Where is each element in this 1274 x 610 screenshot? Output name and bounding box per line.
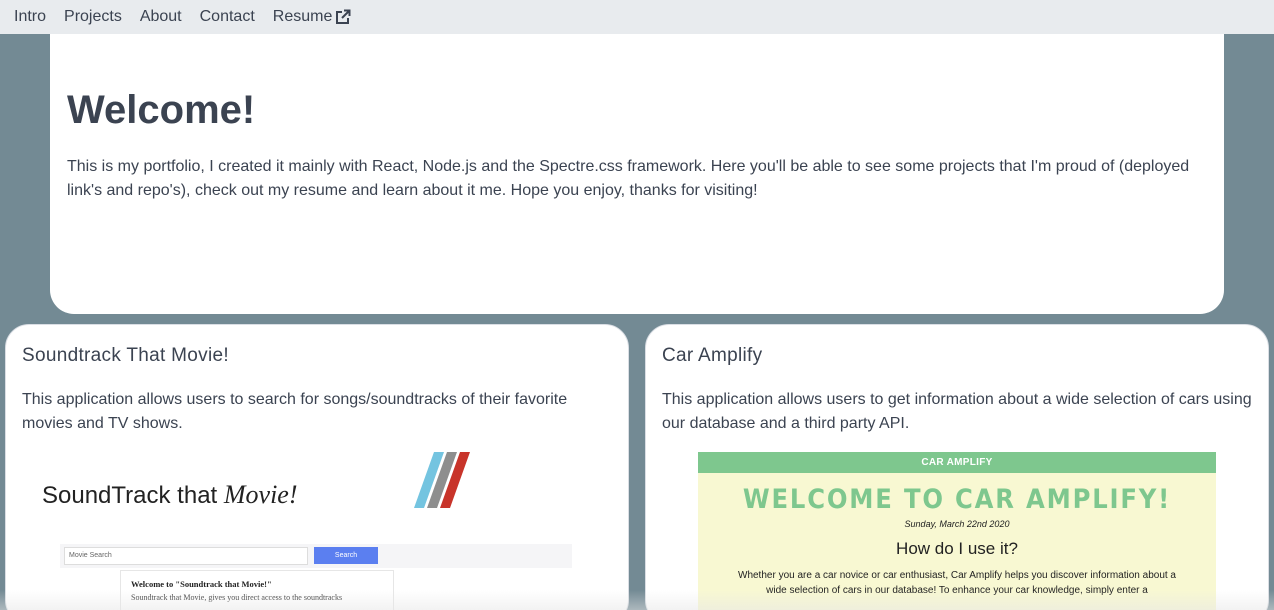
nav-contact-link[interactable]: Contact	[200, 8, 255, 26]
nav-resume-label: Resume	[272, 8, 333, 25]
project-title: Car Amplify	[662, 345, 763, 366]
preview-welcome-title: Welcome to "Soundtrack that Movie!"	[131, 579, 272, 589]
project-description: This application allows users to search …	[22, 391, 568, 432]
project-screenshot[interactable]: SoundTrack that Movie! Movie Search Sear…	[22, 452, 612, 610]
preview-welcome-text: Soundtrack that Movie, gives you direct …	[131, 593, 343, 602]
project-card-car-amplify[interactable]: Car Amplify This application allows user…	[645, 324, 1269, 610]
intro-hero: Welcome! This is my portfolio, I created…	[50, 34, 1224, 314]
preview-question: How do I use it?	[896, 539, 1018, 558]
preview-brand: SoundTrack that Movie!	[42, 480, 298, 509]
preview-date: Sunday, March 22nd 2020	[904, 519, 1010, 529]
preview-topbar: CAR AMPLIFY	[698, 452, 1216, 473]
preview-search-input: Movie Search	[64, 547, 308, 565]
project-description: This application allows users to get inf…	[662, 391, 1252, 432]
preview-heading: WELCOME TO CAR AMPLIFY!	[742, 484, 1172, 515]
intro-text: This is my portfolio, I created it mainl…	[67, 158, 1190, 199]
project-title: Soundtrack That Movie!	[22, 345, 229, 366]
project-card-soundtrack[interactable]: Soundtrack That Movie! This application …	[5, 324, 629, 610]
preview-search-bar: Movie Search Search	[60, 544, 572, 568]
external-link-icon	[335, 9, 351, 25]
nav-intro-link[interactable]: Intro	[14, 8, 46, 26]
preview-description: Whether you are a car novice or car enth…	[738, 570, 1176, 596]
preview-search-button: Search	[314, 547, 378, 564]
stripes-logo-icon	[414, 452, 470, 508]
preview-welcome-box: Welcome to "Soundtrack that Movie!" Soun…	[120, 570, 394, 610]
nav-resume-link[interactable]: Resume	[273, 8, 352, 26]
nav-about-link[interactable]: About	[140, 8, 182, 26]
top-navbar: Intro Projects About Contact Resume	[0, 0, 1274, 34]
page-title: Welcome!	[67, 88, 256, 132]
nav-projects-link[interactable]: Projects	[64, 8, 122, 26]
project-screenshot[interactable]: CAR AMPLIFY WELCOME TO CAR AMPLIFY! Sund…	[698, 452, 1216, 610]
